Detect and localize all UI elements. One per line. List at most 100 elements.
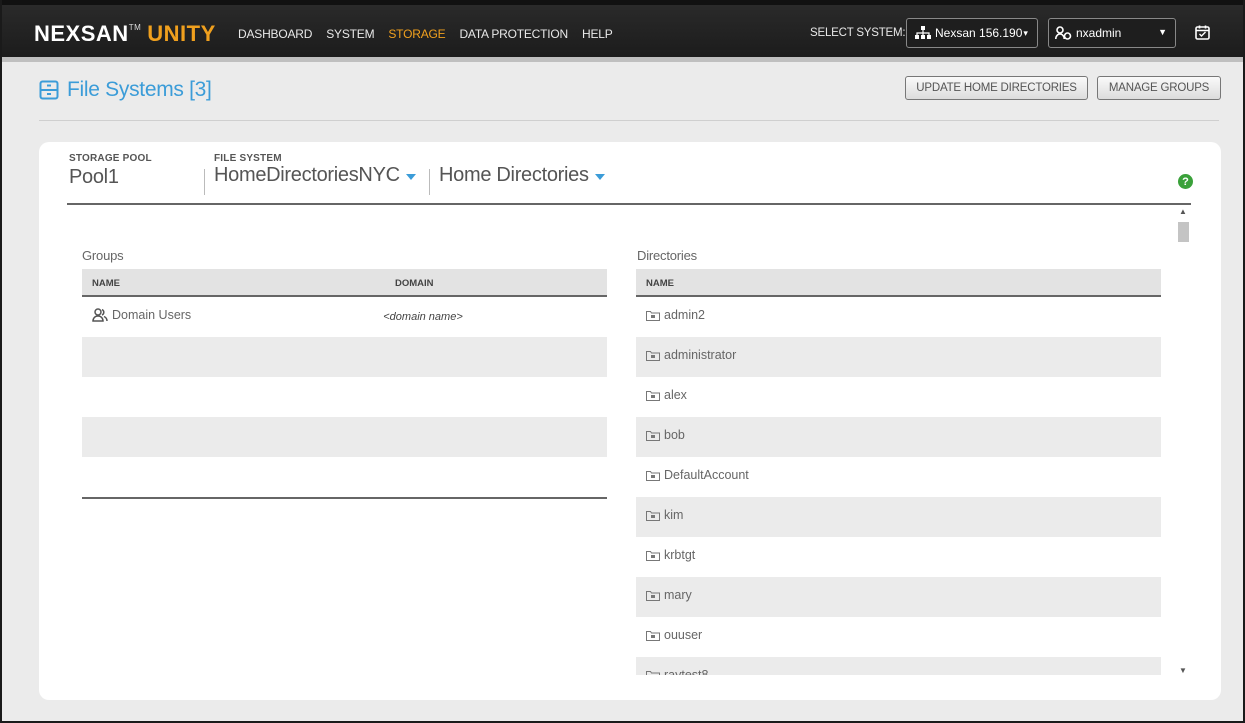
dir-name: raytest8 [664,668,709,675]
divider [204,169,205,195]
table-row[interactable]: ouuser [636,617,1161,657]
nav-help[interactable]: HELP [582,27,613,41]
manage-groups-button[interactable]: MANAGE GROUPS [1097,76,1221,100]
file-system-dropdown[interactable]: HomeDirectoriesNYC [214,164,416,187]
table-row[interactable]: mary [636,577,1161,617]
table-row[interactable]: Domain Users <domain name> [82,297,607,337]
nav-dashboard[interactable]: DASHBOARD [238,27,312,41]
groups-table-body: Domain Users <domain name> [82,297,607,499]
dir-cell: krbtgt [646,548,695,562]
system-selector[interactable]: Nexsan 156.190 ▾ [906,18,1038,48]
page-title: File Systems [3] [39,78,212,102]
update-home-directories-button[interactable]: UPDATE HOME DIRECTORIES [905,76,1088,100]
folder-icon [646,390,660,401]
network-icon [915,26,931,39]
folder-icon [646,510,660,521]
divider [429,169,430,195]
folder-icon [646,670,660,675]
logo-tm: TM [128,23,142,32]
scroll-thumb[interactable] [1178,222,1189,242]
dir-cell: DefaultAccount [646,468,749,482]
user-icon [1055,26,1072,40]
groups-title: Groups [82,248,124,263]
folder-icon [646,550,660,561]
col-domain[interactable]: DOMAIN [395,278,434,289]
group-icon [92,308,108,322]
table-row[interactable]: bob [636,417,1161,457]
group-name: Domain Users [112,308,192,322]
table-row[interactable]: raytest8 [636,657,1161,675]
share-value: Home Directories [439,164,589,186]
file-system-value: HomeDirectoriesNYC [214,164,400,186]
table-row[interactable]: krbtgt [636,537,1161,577]
dir-cell: ouuser [646,628,702,642]
folder-icon [646,470,660,481]
dir-cell: admin2 [646,308,705,322]
logo-product: UNITY [147,21,216,46]
table-row[interactable]: alex [636,377,1161,417]
group-name-cell: Domain Users [92,308,191,322]
storage-pool-label: STORAGE POOL [69,153,152,164]
help-icon[interactable]: ? [1178,174,1193,189]
dir-name: admin2 [664,308,705,322]
dir-name: krbtgt [664,548,696,562]
top-bar: NEXSANTM UNITY DASHBOARD SYSTEM STORAGE D… [2,0,1243,62]
dir-cell: administrator [646,348,736,362]
nav-system[interactable]: SYSTEM [326,27,374,41]
logo-main: NEXSAN [34,21,129,46]
chevron-down-icon: ▼ [1158,27,1167,37]
storage-pool-value: Pool1 [69,166,119,188]
table-row[interactable]: kim [636,497,1161,537]
caret-down-icon [594,174,605,180]
file-system-panel: STORAGE POOL Pool1 FILE SYSTEM HomeDirec… [39,142,1221,700]
nav-data-protection[interactable]: DATA PROTECTION [459,27,568,41]
selector-rule [67,203,1191,205]
user-menu[interactable]: nxadmin ▼ [1048,18,1176,48]
file-system-label: FILE SYSTEM [214,153,282,164]
file-cabinet-icon [39,80,59,100]
chevron-down-icon: ▾ [1023,27,1028,38]
col-name[interactable]: NAME [92,278,120,289]
table-row[interactable]: admin2 [636,297,1161,337]
dir-name: DefaultAccount [664,468,749,482]
nav-storage[interactable]: STORAGE [388,27,445,41]
table-row [82,377,607,417]
directories-table-body: admin2 administrator alex bob DefaultAcc… [636,297,1161,675]
folder-icon [646,630,660,641]
share-dropdown[interactable]: Home Directories [439,164,605,187]
calendar-icon[interactable] [1194,24,1211,41]
user-value: nxadmin [1076,26,1122,40]
groups-table-header: NAME DOMAIN [82,269,607,297]
page-title-text: File Systems [3] [67,78,212,101]
folder-icon [646,350,660,361]
main-nav: DASHBOARD SYSTEM STORAGE DATA PROTECTION… [238,27,627,41]
folder-icon [646,590,660,601]
dir-name: administrator [664,348,737,362]
table-row [82,457,607,497]
dir-cell: alex [646,388,687,402]
directories-table-header: NAME [636,269,1161,297]
table-row[interactable]: administrator [636,337,1161,377]
dir-name: kim [664,508,684,522]
header-divider [39,120,1219,121]
system-value: Nexsan 156.190 [935,26,1023,40]
app-logo[interactable]: NEXSANTM UNITY [34,21,216,47]
dir-cell: bob [646,428,685,442]
dir-cell: kim [646,508,683,522]
table-row [82,337,607,377]
directories-table: NAME admin2 administrator alex bob Defau… [636,269,1161,675]
select-system-label: SELECT SYSTEM: [810,27,906,39]
directories-title: Directories [637,248,697,263]
domain-name-input[interactable]: <domain name> [370,307,476,327]
scroll-up-icon[interactable]: ▲ [1179,207,1187,216]
dir-name: mary [664,588,692,602]
vertical-scrollbar[interactable]: ▲ ▼ [1174,205,1192,677]
caret-down-icon [405,174,416,180]
folder-icon [646,310,660,321]
table-row[interactable]: DefaultAccount [636,457,1161,497]
dir-name: ouuser [664,628,703,642]
dir-cell: mary [646,588,692,602]
col-name[interactable]: NAME [646,278,674,289]
scroll-down-icon[interactable]: ▼ [1179,666,1187,675]
table-row [82,417,607,457]
